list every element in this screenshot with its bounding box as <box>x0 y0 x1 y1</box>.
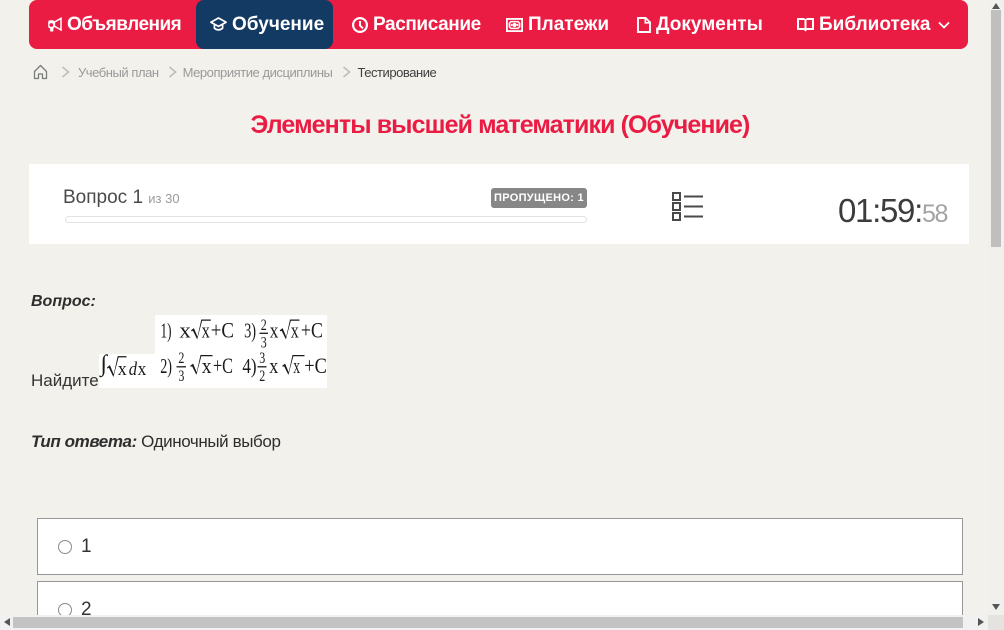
svg-text:x: x <box>202 353 212 378</box>
svg-text:+C: +C <box>301 318 323 343</box>
svg-text:x: x <box>293 353 300 378</box>
svg-text:4): 4) <box>242 354 256 378</box>
svg-text:3: 3 <box>178 368 184 385</box>
svg-text:3: 3 <box>259 350 265 367</box>
svg-text:+C: +C <box>211 318 234 343</box>
svg-text:2: 2 <box>259 368 265 385</box>
svg-text:x: x <box>138 359 147 380</box>
svg-text:x: x <box>118 359 127 380</box>
svg-text:1): 1) <box>161 319 172 343</box>
svg-text:x: x <box>269 353 278 378</box>
svg-text:x: x <box>270 318 279 343</box>
svg-text:2): 2) <box>160 354 172 378</box>
svg-text:x: x <box>202 318 210 343</box>
svg-text:∫: ∫ <box>99 354 109 378</box>
svg-text:d: d <box>129 359 138 380</box>
svg-text:2: 2 <box>178 350 184 367</box>
svg-text:+C: +C <box>213 353 233 378</box>
svg-text:3): 3) <box>244 319 256 343</box>
svg-text:x: x <box>179 318 190 343</box>
svg-text:+C: +C <box>304 353 327 378</box>
svg-text:x: x <box>291 318 299 343</box>
svg-text:2: 2 <box>261 317 267 334</box>
